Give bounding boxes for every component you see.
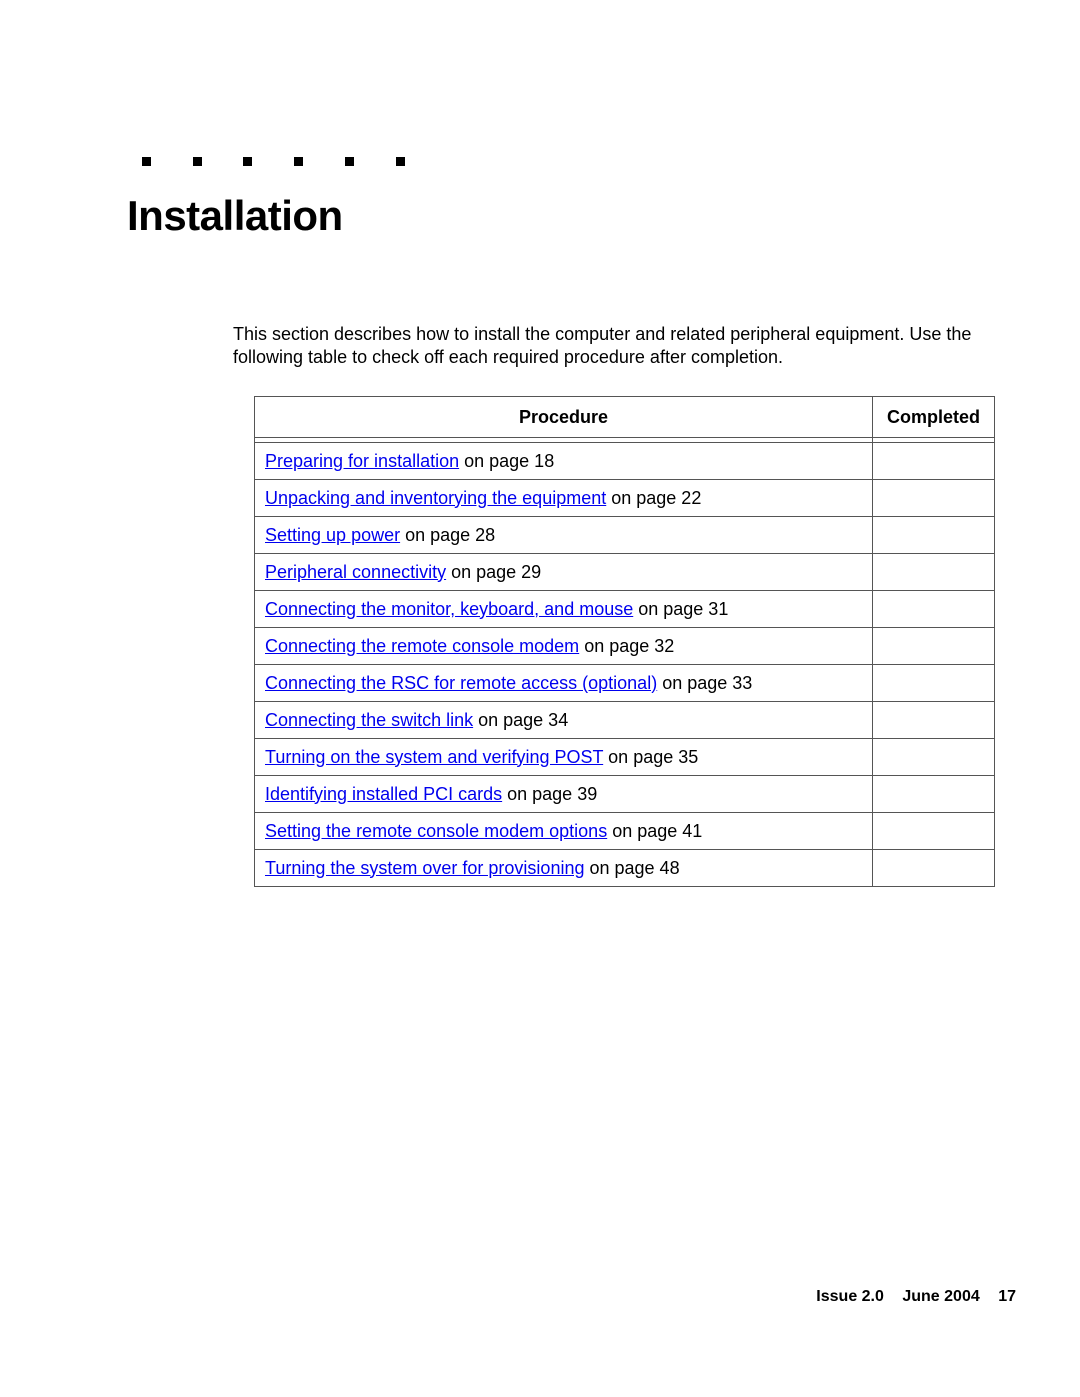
square-bullet-icon xyxy=(142,157,151,166)
completed-checkbox-cell[interactable] xyxy=(872,701,995,739)
procedure-checklist-table: Procedure Completed Preparing for instal… xyxy=(254,396,995,887)
table-row: Connecting the monitor, keyboard, and mo… xyxy=(254,590,995,628)
procedure-link[interactable]: Connecting the remote console modem xyxy=(265,636,579,656)
square-bullet-icon xyxy=(345,157,354,166)
table-row: Connecting the RSC for remote access (op… xyxy=(254,664,995,702)
square-bullet-icon xyxy=(294,157,303,166)
completed-checkbox-cell[interactable] xyxy=(872,590,995,628)
page-reference: on page 18 xyxy=(459,450,555,471)
procedure-link[interactable]: Setting the remote console modem options xyxy=(265,821,607,841)
procedure-cell: Turning on the system and verifying POST… xyxy=(254,738,873,776)
table-row: Connecting the switch link on page 34 xyxy=(254,701,995,739)
completed-checkbox-cell[interactable] xyxy=(872,664,995,702)
procedure-link[interactable]: Unpacking and inventorying the equipment xyxy=(265,488,606,508)
table-row: Unpacking and inventorying the equipment… xyxy=(254,479,995,517)
column-header-procedure: Procedure xyxy=(254,396,873,438)
procedure-cell: Unpacking and inventorying the equipment… xyxy=(254,479,873,517)
page-reference: on page 32 xyxy=(579,635,675,656)
procedure-cell: Connecting the RSC for remote access (op… xyxy=(254,664,873,702)
table-row: Turning the system over for provisioning… xyxy=(254,849,995,887)
procedure-link[interactable]: Connecting the RSC for remote access (op… xyxy=(265,673,657,693)
procedure-cell: Connecting the switch link on page 34 xyxy=(254,701,873,739)
table-row: Setting up power on page 28 xyxy=(254,516,995,554)
page-reference: on page 48 xyxy=(584,857,680,878)
page-reference: on page 28 xyxy=(400,524,496,545)
page-reference: on page 39 xyxy=(502,783,598,804)
procedure-link[interactable]: Peripheral connectivity xyxy=(265,562,446,582)
procedure-link[interactable]: Preparing for installation xyxy=(265,451,459,471)
completed-checkbox-cell[interactable] xyxy=(872,812,995,850)
square-bullet-icon xyxy=(193,157,202,166)
completed-checkbox-cell[interactable] xyxy=(872,553,995,591)
completed-checkbox-cell[interactable] xyxy=(872,849,995,887)
footer-issue: Issue 2.0 xyxy=(816,1288,884,1305)
page-reference: on page 31 xyxy=(633,598,729,619)
procedure-link[interactable]: Connecting the monitor, keyboard, and mo… xyxy=(265,599,633,619)
page-reference: on page 41 xyxy=(607,820,703,841)
page-reference: on page 33 xyxy=(657,672,753,693)
completed-checkbox-cell[interactable] xyxy=(872,775,995,813)
procedure-cell: Connecting the monitor, keyboard, and mo… xyxy=(254,590,873,628)
chapter-title: Installation xyxy=(127,192,343,239)
completed-checkbox-cell[interactable] xyxy=(872,516,995,554)
chapter-marker-squares xyxy=(142,157,447,166)
completed-checkbox-cell[interactable] xyxy=(872,479,995,517)
page-reference: on page 29 xyxy=(446,561,542,582)
completed-checkbox-cell[interactable] xyxy=(872,627,995,665)
procedure-cell: Setting the remote console modem options… xyxy=(254,812,873,850)
table-row: Preparing for installation on page 18 xyxy=(254,442,995,480)
table-row: Peripheral connectivity on page 29 xyxy=(254,553,995,591)
procedure-cell: Turning the system over for provisioning… xyxy=(254,849,873,887)
footer-date: June 2004 xyxy=(902,1288,980,1305)
square-bullet-icon xyxy=(396,157,405,166)
footer-page-number: 17 xyxy=(998,1288,1016,1305)
procedure-link[interactable]: Turning the system over for provisioning xyxy=(265,858,584,878)
page-reference: on page 34 xyxy=(473,709,569,730)
procedure-link[interactable]: Setting up power xyxy=(265,525,400,545)
table-row: Connecting the remote console modem on p… xyxy=(254,627,995,665)
procedure-cell: Preparing for installation on page 18 xyxy=(254,442,873,480)
page-footer: Issue 2.0 June 2004 17 xyxy=(802,1288,1016,1306)
column-header-completed: Completed xyxy=(872,396,995,438)
intro-paragraph: This section describes how to install th… xyxy=(233,324,972,367)
procedure-cell: Identifying installed PCI cards on page … xyxy=(254,775,873,813)
completed-checkbox-cell[interactable] xyxy=(872,442,995,480)
procedure-link[interactable]: Turning on the system and verifying POST xyxy=(265,747,603,767)
completed-checkbox-cell[interactable] xyxy=(872,738,995,776)
procedure-link[interactable]: Connecting the switch link xyxy=(265,710,473,730)
procedure-cell: Peripheral connectivity on page 29 xyxy=(254,553,873,591)
page-reference: on page 22 xyxy=(606,487,702,508)
procedure-link[interactable]: Identifying installed PCI cards xyxy=(265,784,502,804)
page-reference: on page 35 xyxy=(603,746,699,767)
table-row: Setting the remote console modem options… xyxy=(254,812,995,850)
procedure-cell: Setting up power on page 28 xyxy=(254,516,873,554)
procedure-cell: Connecting the remote console modem on p… xyxy=(254,627,873,665)
square-bullet-icon xyxy=(243,157,252,166)
table-row: Identifying installed PCI cards on page … xyxy=(254,775,995,813)
table-row: Turning on the system and verifying POST… xyxy=(254,738,995,776)
